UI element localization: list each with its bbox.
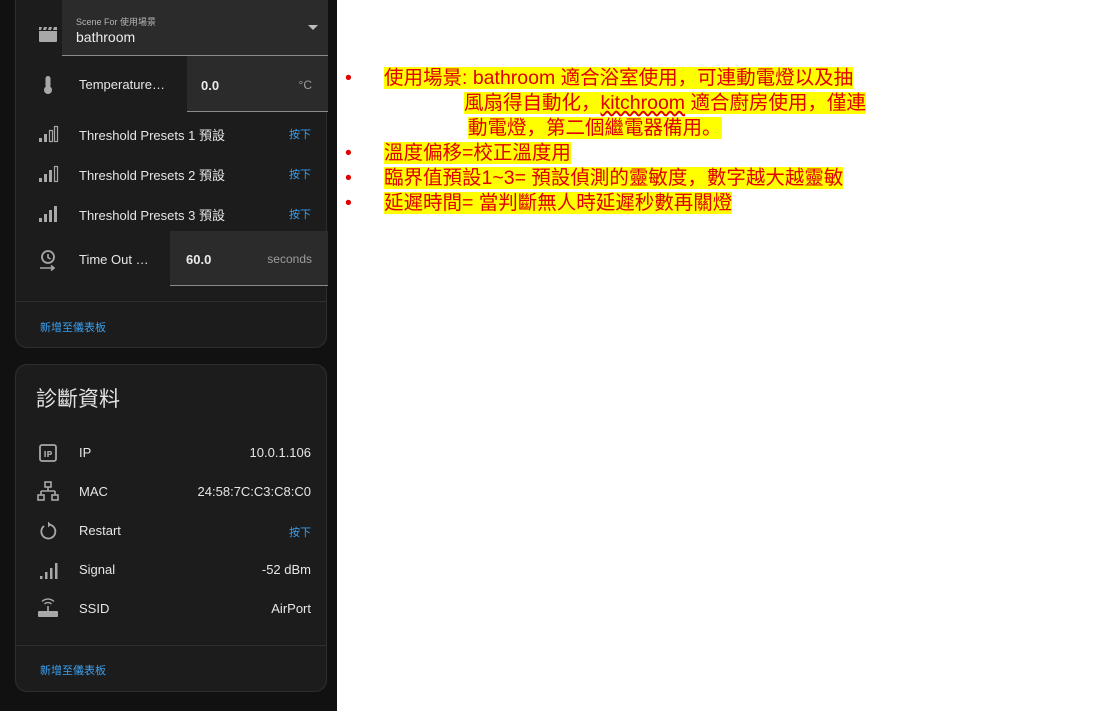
signal-3-bar-icon bbox=[36, 201, 60, 225]
preset-1-label: Threshold Presets 1 預設 bbox=[79, 128, 225, 143]
device-panel: Scene For 使用場景 bathroom Temperature… 0.0… bbox=[0, 0, 337, 711]
timeout-label: Time Out … bbox=[79, 252, 149, 267]
bullet: • bbox=[345, 167, 352, 189]
timeout-value: 60.0 bbox=[186, 252, 212, 267]
restart-press-button[interactable]: 按下 bbox=[289, 524, 311, 540]
scene-select-value: bathroom bbox=[76, 29, 136, 45]
note-temperature-text: 溫度偏移=校正溫度用 bbox=[384, 142, 571, 164]
divider bbox=[16, 301, 326, 302]
temperature-label: Temperature… bbox=[79, 77, 165, 92]
mac-value: 24:58:7C:C3:C8:C0 bbox=[197, 484, 311, 499]
ssid-label: SSID bbox=[79, 601, 110, 616]
add-to-dashboard-link[interactable]: 新增至儀表板 bbox=[40, 319, 106, 335]
note-timeout-text: 延遲時間= 當判斷無人時延遲秒數再關燈 bbox=[384, 192, 733, 214]
network-icon bbox=[36, 480, 60, 504]
bullet: • bbox=[345, 192, 352, 214]
ip-icon: IP bbox=[36, 441, 60, 465]
note-scene-kitchroom: kitchroom bbox=[600, 92, 686, 114]
chevron-down-icon[interactable] bbox=[308, 25, 318, 30]
preset-1-press-button[interactable]: 按下 bbox=[289, 126, 311, 142]
diagnostics-title: 診斷資料 bbox=[36, 388, 120, 411]
temperature-unit: °C bbox=[298, 78, 312, 92]
note-scene: • 使用場景: bathroom 適合浴室使用，可連動電燈以及抽 風扇得自動化，… bbox=[345, 66, 1085, 141]
diagnostics-card: 診斷資料 IP IP 10.0.1.106 MAC 24:58:7C:C3:C8… bbox=[15, 364, 327, 692]
preset-2-label: Threshold Presets 2 預設 bbox=[79, 168, 225, 183]
add-to-dashboard-link[interactable]: 新增至儀表板 bbox=[40, 662, 106, 678]
ip-value: 10.0.1.106 bbox=[249, 445, 311, 460]
preset-2-press-button[interactable]: 按下 bbox=[289, 166, 311, 182]
mac-label: MAC bbox=[79, 484, 108, 499]
temperature-value: 0.0 bbox=[201, 78, 220, 93]
preset-3-label: Threshold Presets 3 預設 bbox=[79, 208, 225, 223]
preset-3-press-button[interactable]: 按下 bbox=[289, 206, 311, 222]
signal-icon bbox=[36, 558, 60, 582]
note-threshold-text: 臨界值預設1~3= 預設偵測的靈敏度，數字越大越靈敏 bbox=[384, 167, 844, 189]
scene-select[interactable]: Scene For 使用場景 bathroom bbox=[62, 0, 328, 56]
timeout-input[interactable]: 60.0 seconds bbox=[170, 231, 328, 286]
signal-label: Signal bbox=[79, 562, 116, 577]
temperature-offset-input[interactable]: 0.0 °C bbox=[187, 56, 328, 112]
router-icon bbox=[36, 597, 60, 621]
scene-select-label: Scene For 使用場景 bbox=[76, 17, 157, 27]
signal-2-bar-icon bbox=[36, 161, 60, 185]
note-threshold: • 臨界值預設1~3= 預設偵測的靈敏度，數字越大越靈敏 bbox=[345, 166, 1085, 191]
restart-label: Restart bbox=[79, 523, 121, 538]
note-scene-line-3: 動電燈，第二個繼電器備用。 bbox=[468, 117, 722, 139]
note-scene-line-1: 使用場景: bathroom 適合浴室使用，可連動電燈以及抽 bbox=[384, 67, 854, 89]
bullet: • bbox=[345, 142, 352, 164]
restart-icon bbox=[36, 519, 60, 543]
note-scene-line-2: 風扇得自動化， bbox=[464, 92, 601, 114]
divider bbox=[16, 645, 326, 646]
bullet: • bbox=[345, 67, 352, 89]
timer-icon bbox=[36, 248, 60, 272]
annotation-notes: • 使用場景: bathroom 適合浴室使用，可連動電燈以及抽 風扇得自動化，… bbox=[345, 66, 1085, 216]
settings-card: Scene For 使用場景 bathroom Temperature… 0.0… bbox=[15, 0, 328, 348]
signal-1-bar-icon bbox=[36, 121, 60, 145]
thermometer-icon bbox=[36, 73, 60, 97]
ssid-value: AirPort bbox=[271, 601, 311, 616]
note-timeout: • 延遲時間= 當判斷無人時延遲秒數再關燈 bbox=[345, 191, 1085, 216]
svg-text:IP: IP bbox=[44, 450, 53, 459]
note-temperature: • 溫度偏移=校正溫度用 bbox=[345, 141, 1085, 166]
clapperboard-icon bbox=[36, 22, 60, 46]
note-scene-line-2b: 適合廚房使用，僅連 bbox=[685, 92, 866, 114]
ip-label: IP bbox=[79, 445, 92, 460]
signal-value: -52 dBm bbox=[261, 562, 311, 577]
timeout-unit: seconds bbox=[267, 252, 312, 266]
